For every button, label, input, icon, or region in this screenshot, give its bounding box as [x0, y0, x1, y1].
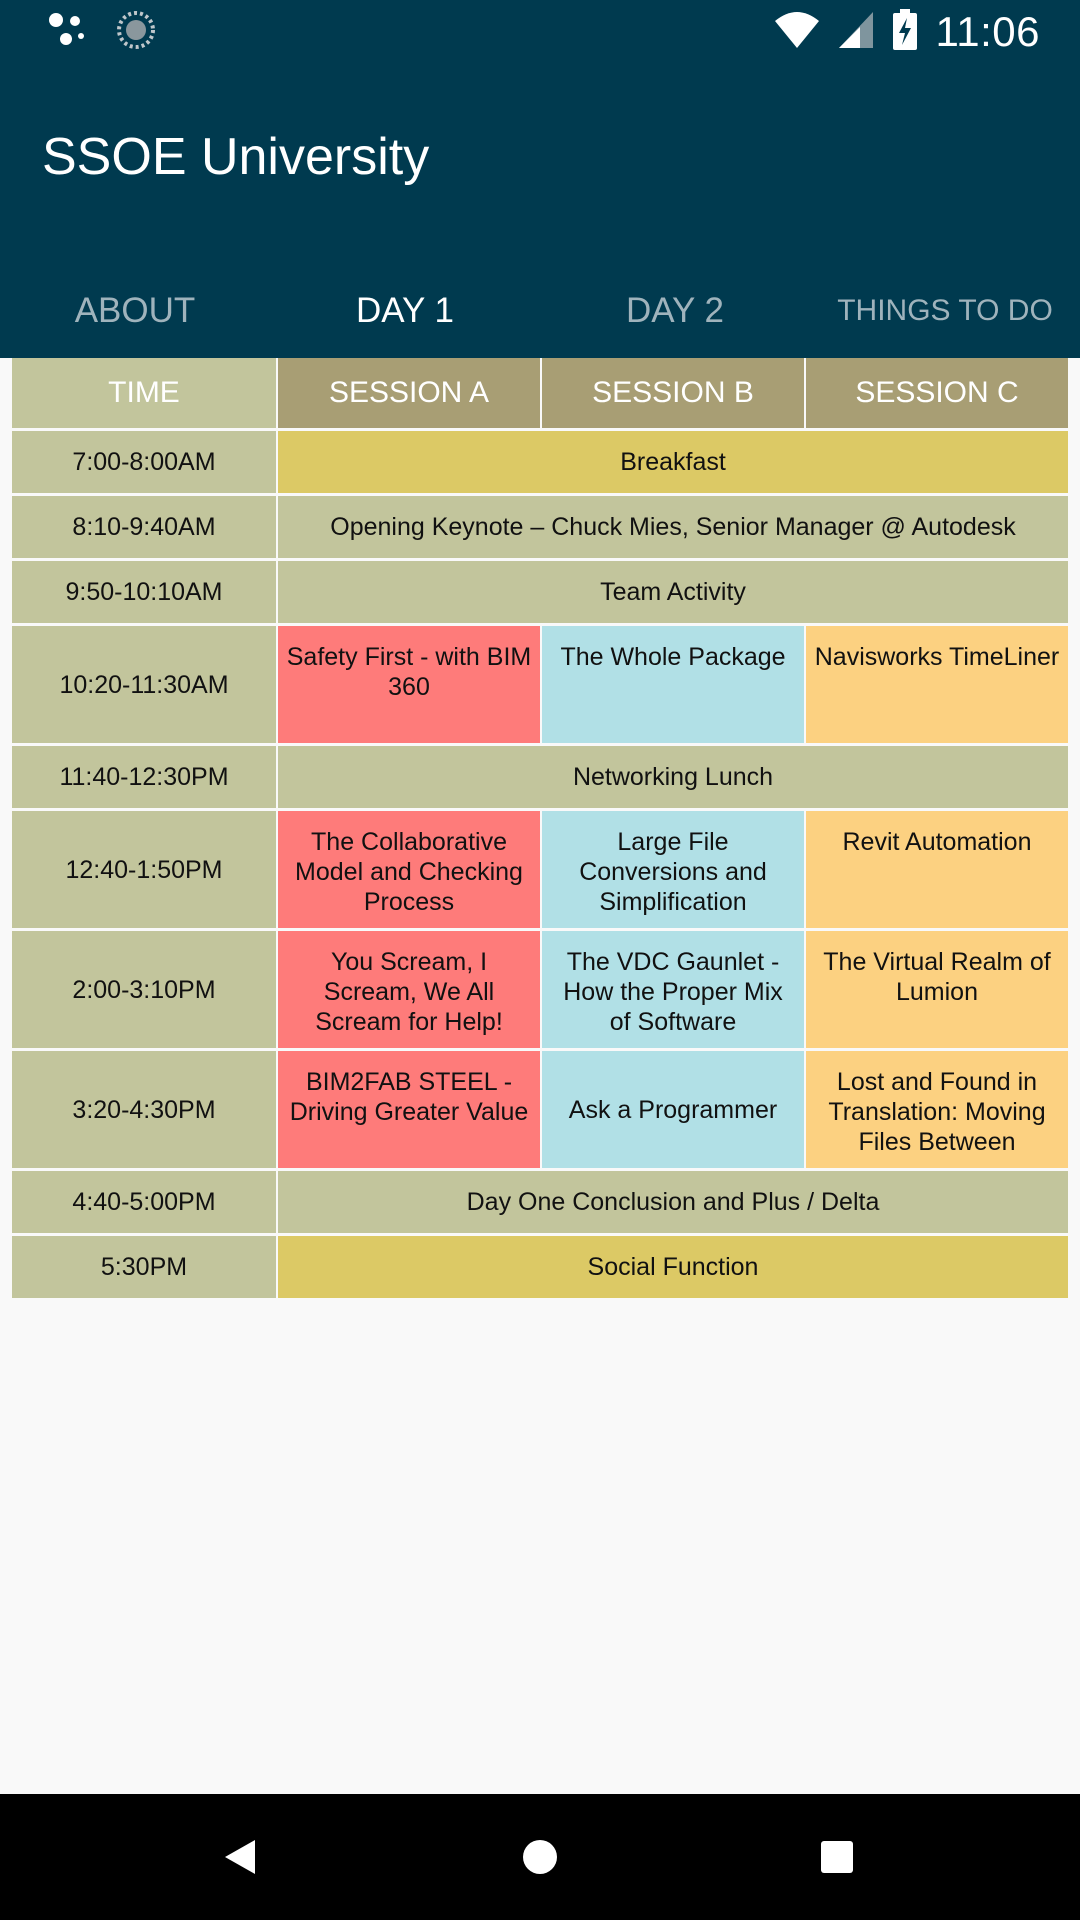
time-cell: 5:30PM: [12, 1236, 276, 1298]
tab-things-to-do[interactable]: THINGS TO DO: [810, 263, 1080, 358]
session-c-cell[interactable]: The Virtual Realm of Lumion: [806, 931, 1068, 1048]
session-b-cell[interactable]: The Whole Package: [542, 626, 804, 743]
status-clock: 11:06: [935, 8, 1040, 55]
event-cell[interactable]: Social Function: [278, 1236, 1068, 1298]
event-cell[interactable]: Networking Lunch: [278, 746, 1068, 808]
event-cell[interactable]: Team Activity: [278, 561, 1068, 623]
recents-icon[interactable]: [812, 1832, 862, 1882]
navigation-bar: [0, 1794, 1080, 1920]
tab-day-1[interactable]: DAY 1: [270, 263, 540, 358]
session-c-cell[interactable]: Lost and Found in Translation: Moving Fi…: [806, 1051, 1068, 1168]
loading-circle-icon: [116, 10, 156, 55]
session-b-cell[interactable]: Ask a Programmer: [542, 1051, 804, 1168]
event-cell[interactable]: Opening Keynote – Chuck Mies, Senior Man…: [278, 496, 1068, 558]
session-a-cell[interactable]: Safety First - with BIM 360: [278, 626, 540, 743]
time-cell: 7:00-8:00AM: [12, 431, 276, 493]
schedule-table: TIME SESSION A SESSION B SESSION C 7:00-…: [12, 358, 1068, 1298]
session-a-cell[interactable]: The Collaborative Model and Checking Pro…: [278, 811, 540, 928]
back-icon[interactable]: [215, 1832, 265, 1882]
time-cell: 8:10-9:40AM: [12, 496, 276, 558]
time-cell: 10:20-11:30AM: [12, 626, 276, 743]
session-b-cell[interactable]: Large File Conversions and Simplificatio…: [542, 811, 804, 928]
session-a-cell[interactable]: BIM2FAB STEEL - Driving Greater Value: [278, 1051, 540, 1168]
session-c-cell[interactable]: Revit Automation: [806, 811, 1068, 928]
home-icon[interactable]: [515, 1832, 565, 1882]
session-c-cell[interactable]: Navisworks TimeLiner: [806, 626, 1068, 743]
time-cell: 12:40-1:50PM: [12, 811, 276, 928]
header-time: TIME: [12, 358, 276, 428]
tab-about[interactable]: ABOUT: [0, 263, 270, 358]
session-b-cell[interactable]: The VDC Gaunlet - How the Proper Mix of …: [542, 931, 804, 1048]
app-title: SSOE University: [42, 128, 430, 186]
session-a-cell[interactable]: You Scream, I Scream, We All Scream for …: [278, 931, 540, 1048]
event-cell[interactable]: Breakfast: [278, 431, 1068, 493]
assistant-dots-icon: [48, 12, 88, 53]
time-cell: 3:20-4:30PM: [12, 1051, 276, 1168]
time-cell: 2:00-3:10PM: [12, 931, 276, 1048]
header-session-b: SESSION B: [542, 358, 804, 428]
header-session-c: SESSION C: [806, 358, 1068, 428]
tab-bar: ABOUT DAY 1 DAY 2 THINGS TO DO: [0, 263, 1080, 358]
app-bar: SSOE University ABOUT DAY 1 DAY 2 THINGS…: [0, 63, 1080, 358]
wifi-icon: [774, 11, 820, 54]
cell-signal-icon: [838, 11, 874, 54]
time-cell: 9:50-10:10AM: [12, 561, 276, 623]
battery-charging-icon: [892, 8, 918, 56]
time-cell: 4:40-5:00PM: [12, 1171, 276, 1233]
event-cell[interactable]: Day One Conclusion and Plus / Delta: [278, 1171, 1068, 1233]
header-session-a: SESSION A: [278, 358, 540, 428]
time-cell: 11:40-12:30PM: [12, 746, 276, 808]
tab-day-2[interactable]: DAY 2: [540, 263, 810, 358]
status-bar: 11:06: [0, 0, 1080, 63]
